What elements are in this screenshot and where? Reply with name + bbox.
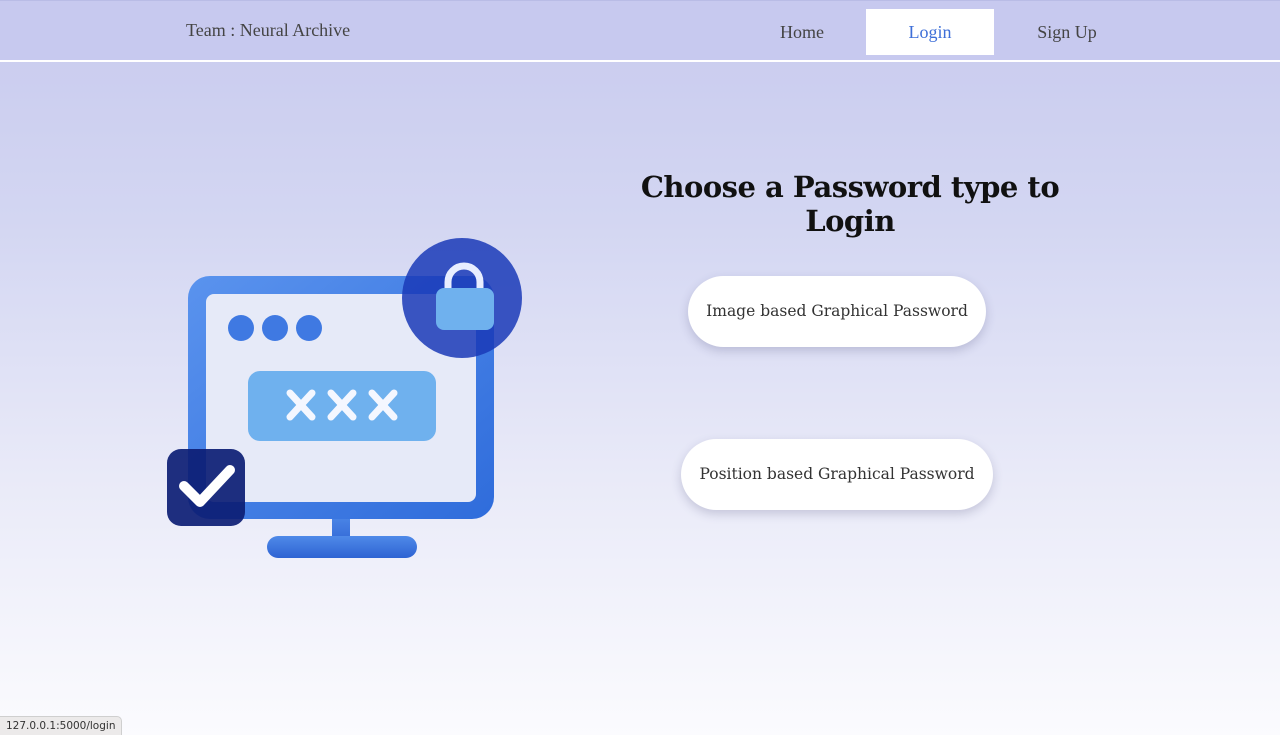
monitor-password-lock-icon	[167, 238, 522, 558]
status-bar-url: 127.0.0.1:5000/login	[0, 716, 123, 735]
nav-signup-link[interactable]: Sign Up	[1030, 9, 1104, 55]
position-password-button[interactable]: Position based Graphical Password	[681, 439, 993, 510]
nav-login-link[interactable]: Login	[866, 9, 994, 55]
page-title: Choose a Password type to Login	[640, 170, 1060, 238]
brand-title: Team : Neural Archive	[186, 20, 351, 40]
image-password-button[interactable]: Image based Graphical Password	[688, 276, 986, 347]
navbar: Team : Neural Archive Home Login Sign Up	[0, 0, 1280, 62]
nav-home-link[interactable]: Home	[770, 9, 834, 55]
